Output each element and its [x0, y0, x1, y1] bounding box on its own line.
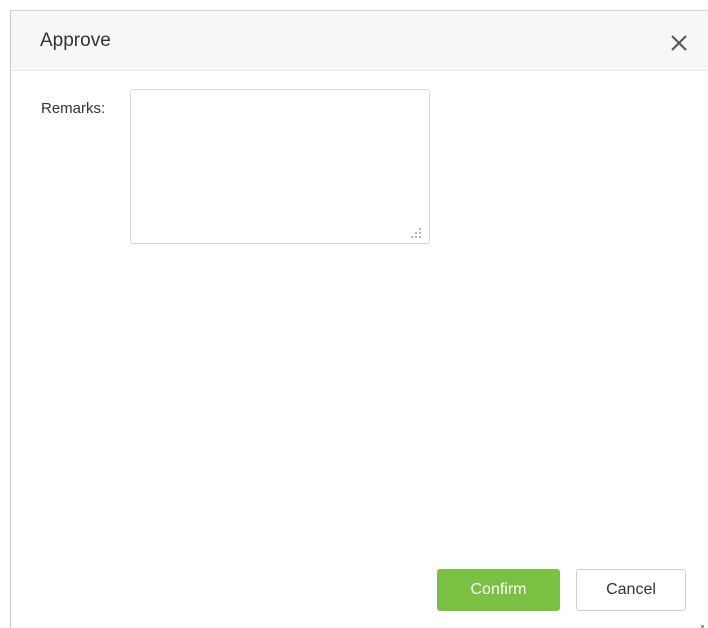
dialog-header: Approve: [11, 11, 708, 71]
remarks-textarea[interactable]: [130, 89, 430, 244]
confirm-button[interactable]: Confirm: [437, 569, 560, 611]
dialog-title: Approve: [40, 30, 111, 51]
resize-grip-icon[interactable]: [410, 226, 422, 238]
close-icon[interactable]: [667, 31, 691, 55]
dialog-left-border: [10, 10, 11, 628]
remarks-label: Remarks:: [41, 100, 106, 117]
cancel-button[interactable]: Cancel: [576, 569, 686, 611]
approve-dialog: Approve Remarks: Confirm Cancel: [0, 0, 708, 628]
